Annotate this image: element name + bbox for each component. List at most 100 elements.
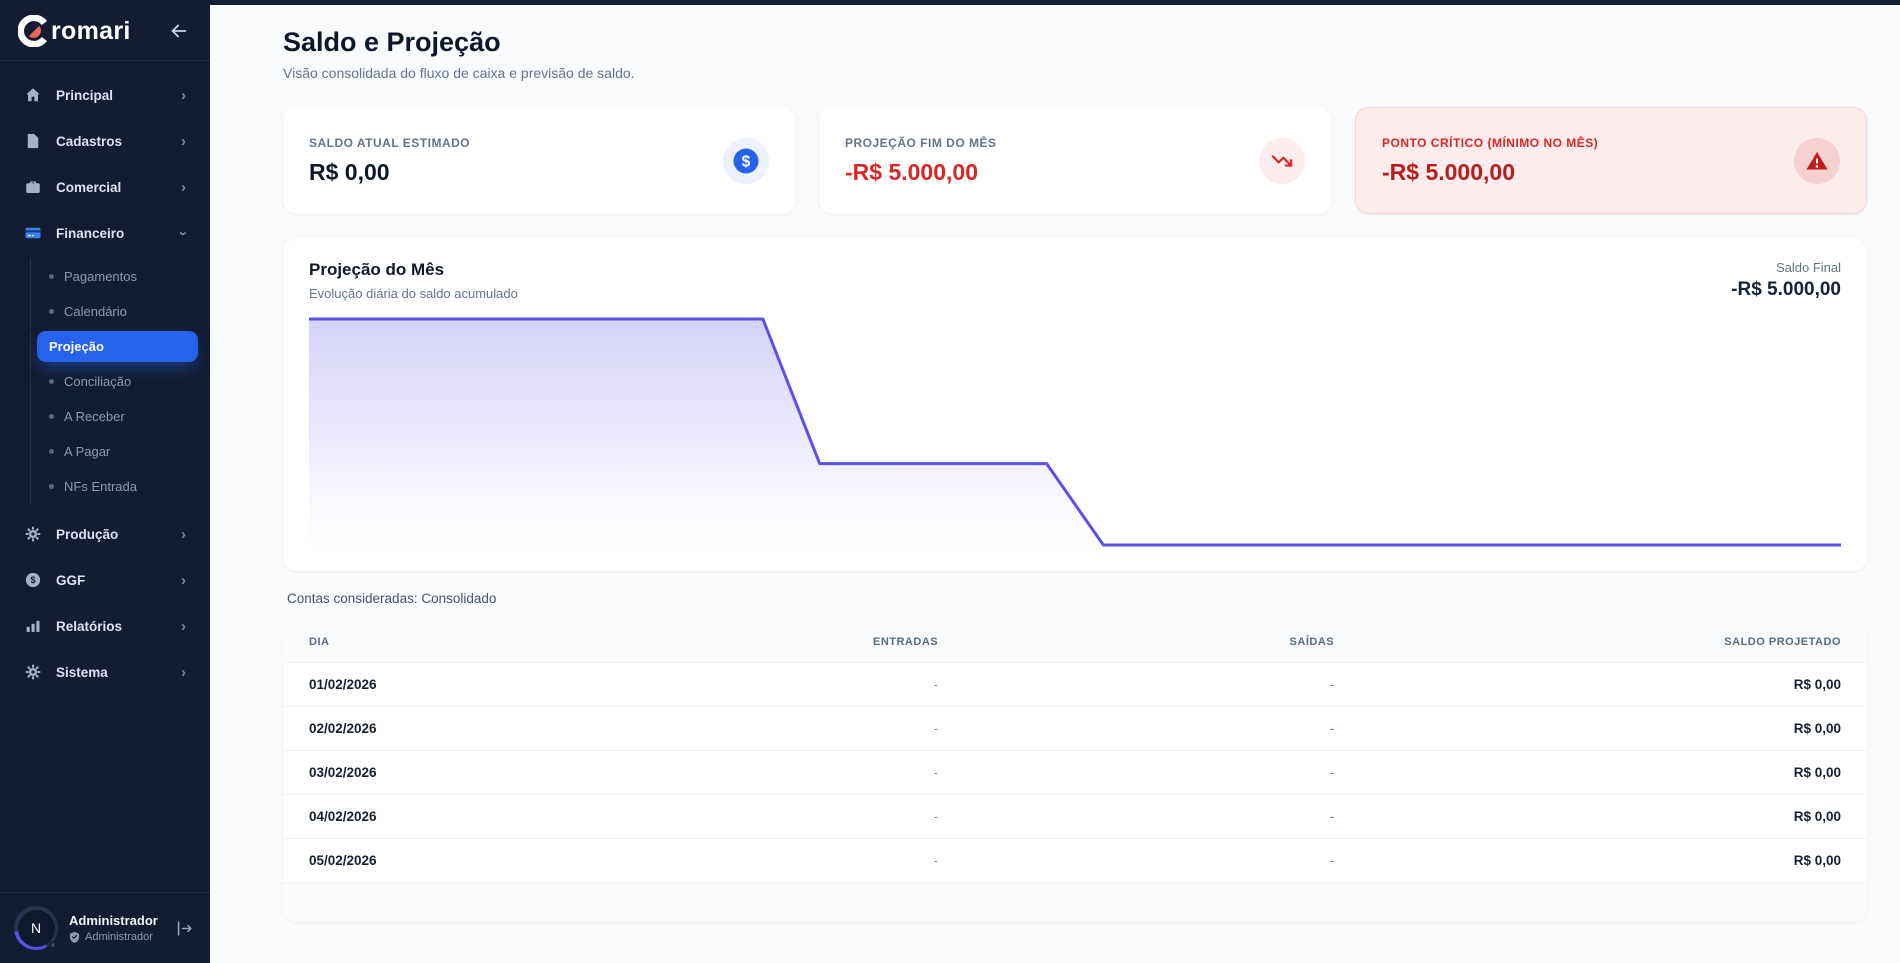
shield-check-icon <box>69 931 80 943</box>
stat-card-saldo-atual: SALDO ATUAL ESTIMADO R$ 0,00 $ <box>283 107 795 214</box>
table-row: 01/02/2026--R$ 0,00 <box>283 663 1867 707</box>
brand-text: romari <box>51 17 131 46</box>
credit-card-icon <box>24 224 42 242</box>
sidebar-item-producao[interactable]: Produção › <box>10 514 200 554</box>
sidebar-nav: Principal › Cadastros › Comercial › Fina… <box>0 60 210 698</box>
cell-saldo-projetado: R$ 0,00 <box>1360 707 1867 751</box>
submenu-item-projecao-active[interactable]: Projeção <box>37 331 198 362</box>
svg-text:$: $ <box>30 575 35 585</box>
file-icon <box>24 132 42 150</box>
cell-saidas: - <box>964 707 1360 751</box>
avatar: N <box>14 906 58 950</box>
status-dot <box>49 941 57 949</box>
submenu-item-nfs-entrada[interactable]: NFs Entrada <box>31 469 210 504</box>
gear-icon <box>24 525 42 543</box>
sidebar-item-label: GGF <box>56 573 85 588</box>
user-role-label: Administrador <box>85 931 153 943</box>
sidebar-item-comercial[interactable]: Comercial › <box>10 167 200 207</box>
logo-c-icon <box>18 15 50 47</box>
projection-chart-card: Projeção do Mês Evolução diária do saldo… <box>283 238 1867 571</box>
svg-text:$: $ <box>742 153 751 170</box>
projection-table-card: DIA ENTRADAS SAÍDAS SALDO PROJETADO 01/0… <box>283 622 1867 922</box>
projection-table-body: 01/02/2026--R$ 0,0002/02/2026--R$ 0,0003… <box>283 663 1867 883</box>
bullet-icon <box>49 274 54 279</box>
stat-label: PROJEÇÃO FIM DO MÊS <box>845 136 997 150</box>
bullet-icon <box>49 484 54 489</box>
final-balance-value: -R$ 5.000,00 <box>1731 279 1841 301</box>
page-title: Saldo e Projeção <box>283 27 1867 58</box>
chevron-right-icon: › <box>181 527 186 542</box>
column-header-saidas: SAÍDAS <box>964 622 1360 663</box>
sidebar-item-label: Sistema <box>56 665 108 680</box>
submenu-item-label: A Receber <box>64 409 125 424</box>
cell-saldo-projetado: R$ 0,00 <box>1360 839 1867 883</box>
cell-dia: 01/02/2026 <box>283 663 647 707</box>
sidebar-item-ggf[interactable]: $ GGF › <box>10 560 200 600</box>
financeiro-submenu: Pagamentos Calendário Projeção Conciliaç… <box>30 259 210 504</box>
chart-subtitle: Evolução diária do saldo acumulado <box>309 286 518 301</box>
submenu-item-label: Calendário <box>64 304 127 319</box>
table-row: 04/02/2026--R$ 0,00 <box>283 795 1867 839</box>
sidebar-item-financeiro[interactable]: Financeiro › <box>10 213 200 253</box>
column-header-dia: DIA <box>283 622 647 663</box>
submenu-item-label: Pagamentos <box>64 269 137 284</box>
cell-saidas: - <box>964 795 1360 839</box>
table-row: 05/02/2026--R$ 0,00 <box>283 839 1867 883</box>
user-meta: Administrador Si... Administrador <box>69 913 162 943</box>
cell-entradas: - <box>647 839 964 883</box>
projection-chart <box>309 313 1841 549</box>
submenu-item-conciliacao[interactable]: Conciliação <box>31 364 210 399</box>
stat-cards: SALDO ATUAL ESTIMADO R$ 0,00 $ PROJEÇÃO … <box>283 107 1867 214</box>
stat-label: SALDO ATUAL ESTIMADO <box>309 136 470 150</box>
sidebar-item-label: Financeiro <box>56 226 124 241</box>
submenu-item-label: A Pagar <box>64 444 110 459</box>
submenu-item-a-receber[interactable]: A Receber <box>31 399 210 434</box>
chart-title: Projeção do Mês <box>309 260 518 280</box>
arrow-left-icon <box>168 20 190 42</box>
collapse-sidebar-button[interactable] <box>166 18 192 44</box>
sidebar-item-principal[interactable]: Principal › <box>10 75 200 115</box>
sidebar-item-label: Relatórios <box>56 619 122 634</box>
submenu-item-label: Conciliação <box>64 374 131 389</box>
submenu-item-calendario[interactable]: Calendário <box>31 294 210 329</box>
table-footer-band <box>283 882 1867 922</box>
cell-entradas: - <box>647 663 964 707</box>
stat-card-projecao-fim-mes: PROJEÇÃO FIM DO MÊS -R$ 5.000,00 <box>819 107 1331 214</box>
submenu-item-pagamentos[interactable]: Pagamentos <box>31 259 210 294</box>
cell-dia: 03/02/2026 <box>283 751 647 795</box>
bullet-icon <box>49 379 54 384</box>
avatar-initial: N <box>18 910 55 947</box>
sidebar-item-cadastros[interactable]: Cadastros › <box>10 121 200 161</box>
stat-label: PONTO CRÍTICO (MÍNIMO NO MÊS) <box>1382 136 1598 150</box>
cell-dia: 05/02/2026 <box>283 839 647 883</box>
dollar-circle-icon: $ <box>723 138 769 184</box>
column-header-saldo-projetado: SALDO PROJETADO <box>1360 622 1867 663</box>
logout-button[interactable] <box>173 917 196 940</box>
sidebar-item-label: Produção <box>56 527 118 542</box>
page-subtitle: Visão consolidada do fluxo de caixa e pr… <box>283 65 1867 81</box>
submenu-item-a-pagar[interactable]: A Pagar <box>31 434 210 469</box>
logout-icon <box>175 919 194 938</box>
user-name: Administrador Si... <box>69 913 162 928</box>
chart-area-fill <box>309 319 1841 549</box>
chevron-down-icon: › <box>176 231 191 236</box>
stat-value: -R$ 5.000,00 <box>845 159 997 186</box>
table-row: 03/02/2026--R$ 0,00 <box>283 751 1867 795</box>
sidebar-header: romari <box>0 0 210 60</box>
cell-saidas: - <box>964 839 1360 883</box>
stat-card-ponto-critico: PONTO CRÍTICO (MÍNIMO NO MÊS) -R$ 5.000,… <box>1355 107 1867 214</box>
cell-dia: 04/02/2026 <box>283 795 647 839</box>
cell-saidas: - <box>964 663 1360 707</box>
sidebar-item-relatorios[interactable]: Relatórios › <box>10 606 200 646</box>
stat-value: R$ 0,00 <box>309 159 470 186</box>
chevron-right-icon: › <box>181 134 186 149</box>
user-box: N Administrador Si... Administrador <box>0 892 210 963</box>
cell-saldo-projetado: R$ 0,00 <box>1360 751 1867 795</box>
alert-triangle-icon <box>1794 138 1840 184</box>
bullet-icon <box>49 449 54 454</box>
dollar-circle-icon: $ <box>24 571 42 589</box>
sidebar-item-label: Cadastros <box>56 134 122 149</box>
sidebar-item-sistema[interactable]: Sistema › <box>10 652 200 692</box>
cell-dia: 02/02/2026 <box>283 707 647 751</box>
gear-icon <box>24 663 42 681</box>
